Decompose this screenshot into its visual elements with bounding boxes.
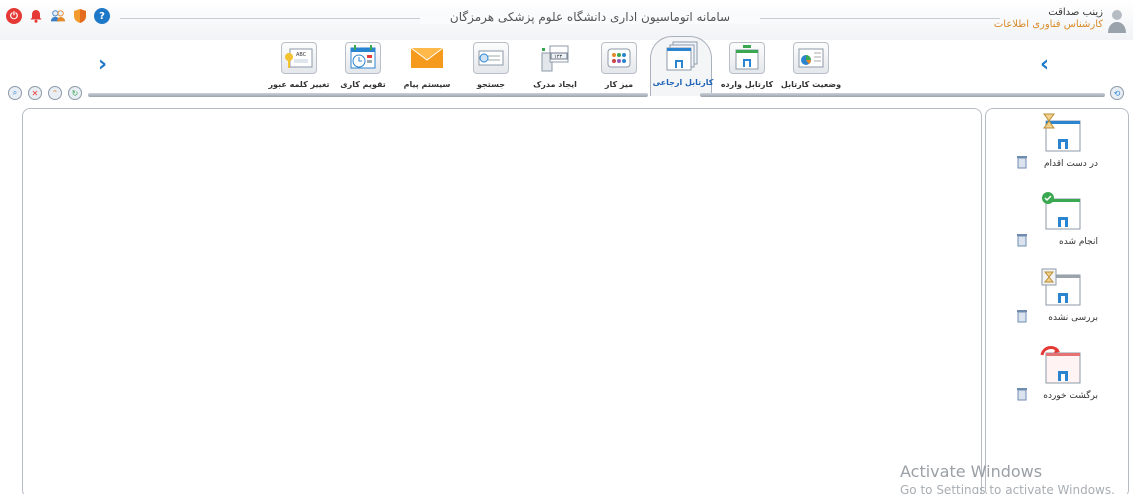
close-window-icon[interactable]: ✕ bbox=[28, 86, 42, 100]
shield-icon[interactable] bbox=[72, 8, 88, 24]
calendar-icon bbox=[345, 42, 381, 74]
toolbar-password[interactable]: ABC تغییر کلمه عبور bbox=[268, 38, 330, 96]
side-item-label: برگشت خورده bbox=[1043, 391, 1098, 401]
side-item-done[interactable]: انجام شده bbox=[986, 191, 1130, 269]
trash-icon[interactable] bbox=[1016, 387, 1028, 401]
title-bar: سامانه اتوماسیون اداری دانشگاه علوم پزشک… bbox=[0, 0, 1133, 40]
main-content-panel bbox=[22, 108, 982, 494]
toolbar-calendar[interactable]: تقویم کاری bbox=[334, 38, 392, 96]
message-icon bbox=[409, 42, 445, 74]
collapse-icon[interactable]: ⌃ bbox=[48, 86, 62, 100]
side-item-label: بررسی نشده bbox=[1048, 313, 1098, 323]
power-icon[interactable]: ⏻ bbox=[6, 8, 22, 24]
status-icon bbox=[793, 42, 829, 74]
toolbar-rail-left bbox=[88, 93, 648, 97]
side-item-in-progress[interactable]: در دست اقدام bbox=[986, 113, 1130, 191]
activation-watermark-text: Go to Settings to activate Windows. bbox=[900, 483, 1115, 494]
side-panel: در دست اقدام انجام شده بررسی نشده برگشت … bbox=[985, 108, 1129, 494]
toolbar-status[interactable]: وضعیت کارتابل bbox=[780, 38, 842, 96]
desk-icon bbox=[601, 42, 637, 74]
toolbar-desk[interactable]: میز کار bbox=[590, 38, 648, 96]
filter-icon[interactable]: ⌕ bbox=[8, 86, 22, 100]
done-icon bbox=[1042, 192, 1081, 230]
side-item-label: انجام شده bbox=[1059, 237, 1098, 247]
toolbar-label: کارتابل ارجاعی bbox=[652, 78, 714, 87]
toolbar-label: ایجاد مدرک bbox=[533, 80, 577, 89]
side-item-unreviewed[interactable]: بررسی نشده bbox=[986, 267, 1130, 345]
bell-icon[interactable] bbox=[28, 8, 44, 24]
in-progress-icon bbox=[1043, 113, 1081, 152]
user-name: زینب صداقت bbox=[1048, 7, 1103, 18]
password-icon: ABC bbox=[281, 42, 317, 74]
toolbar-create-doc[interactable]: ۱۲۳ ایجاد مدرک bbox=[526, 38, 584, 96]
toolbar-label: تقویم کاری bbox=[340, 80, 386, 89]
referral-icon bbox=[665, 40, 701, 72]
scroll-right-arrow[interactable]: › bbox=[98, 52, 107, 77]
app-title: سامانه اتوماسیون اداری دانشگاه علوم پزشک… bbox=[420, 10, 760, 24]
toolbar-label: سیستم پیام bbox=[403, 80, 451, 89]
create-doc-icon: ۱۲۳ bbox=[537, 42, 573, 74]
trash-icon[interactable] bbox=[1016, 155, 1028, 169]
top-icons: ⏻ ? bbox=[6, 8, 110, 24]
toolbar-referral-inbox[interactable]: کارتابل ارجاعی bbox=[650, 36, 714, 96]
help-icon[interactable]: ? bbox=[94, 8, 110, 24]
toolbar-search[interactable]: جستجو bbox=[462, 38, 520, 96]
search-icon bbox=[473, 42, 509, 74]
toolbar-label: میز کار bbox=[604, 80, 634, 89]
user-role: کارشناس فناوری اطلاعات bbox=[993, 19, 1103, 30]
trash-icon[interactable] bbox=[1016, 233, 1028, 247]
trash-icon[interactable] bbox=[1016, 309, 1028, 323]
settings-icon[interactable]: ⟲ bbox=[1110, 86, 1124, 100]
toolbar-label: وضعیت کارتابل bbox=[780, 80, 842, 89]
toolbar-label: کارتابل وارده bbox=[720, 80, 774, 89]
users-icon[interactable] bbox=[50, 8, 66, 24]
toolbar-messages[interactable]: سیستم پیام bbox=[398, 38, 456, 96]
toolbar-label: جستجو bbox=[477, 80, 505, 89]
user-info[interactable]: زینب صداقت کارشناس فناوری اطلاعات bbox=[994, 7, 1127, 33]
toolbar-rail-right bbox=[700, 93, 1105, 97]
toolbar-label: تغییر کلمه عبور bbox=[268, 80, 330, 89]
toolbar-inbox[interactable]: کارتابل وارده bbox=[718, 38, 776, 96]
refresh-icon[interactable]: ↻ bbox=[68, 86, 82, 100]
scroll-left-arrow[interactable]: ‹ bbox=[1040, 52, 1049, 77]
side-item-label: در دست اقدام bbox=[1043, 159, 1098, 169]
avatar bbox=[1108, 10, 1126, 33]
side-item-returned[interactable]: برگشت خورده bbox=[986, 345, 1130, 423]
svg-text:۱۲۳: ۱۲۳ bbox=[554, 54, 562, 60]
unreviewed-icon bbox=[1041, 268, 1081, 306]
svg-text:ABC: ABC bbox=[296, 52, 307, 58]
returned-icon bbox=[1040, 346, 1081, 384]
main-toolbar: ABC تغییر کلمه عبور تقویم کاری سیستم پیا… bbox=[268, 36, 850, 96]
inbox-icon bbox=[729, 42, 765, 74]
activation-watermark-title: Activate Windows bbox=[900, 462, 1043, 481]
